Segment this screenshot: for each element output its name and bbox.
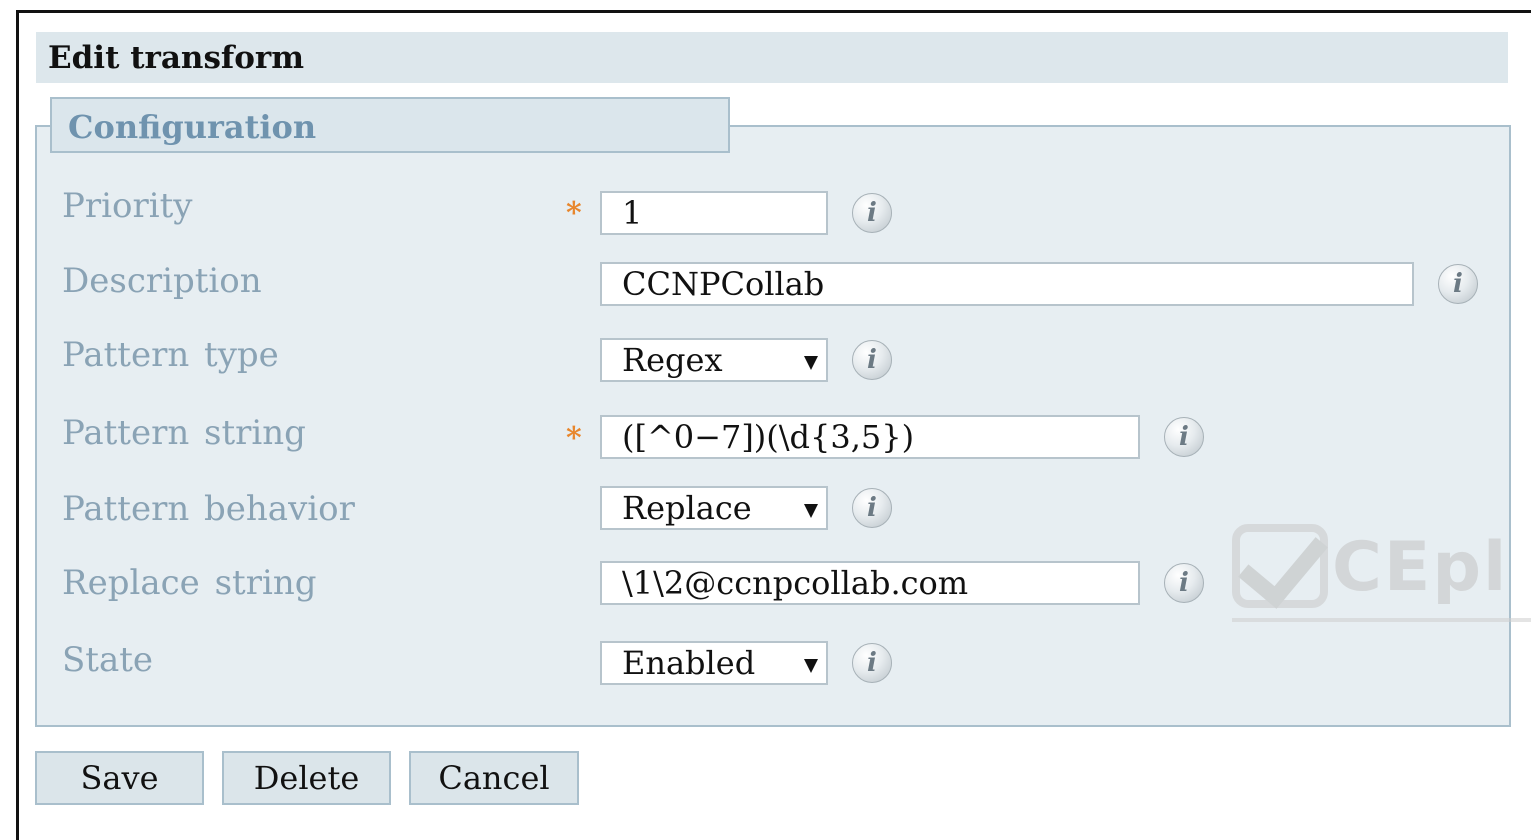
- priority-info-icon[interactable]: i: [852, 193, 892, 233]
- state-value: Enabled: [622, 644, 756, 682]
- watermark-underline: [1232, 618, 1531, 622]
- state-label: State: [62, 640, 154, 680]
- state-select[interactable]: Enabled: [600, 641, 828, 685]
- pattern-string-info-icon[interactable]: i: [1164, 417, 1204, 457]
- pattern-type-select[interactable]: Regex: [600, 338, 828, 382]
- dropdown-arrow-icon: [804, 356, 818, 370]
- title-bar: Edit transform: [36, 32, 1508, 83]
- state-info-icon[interactable]: i: [852, 643, 892, 683]
- configuration-legend-label: Configuration: [68, 108, 317, 146]
- pattern-behavior-value: Replace: [622, 489, 752, 527]
- save-button[interactable]: Save: [35, 751, 204, 805]
- watermark-text: CEpl: [1332, 528, 1509, 607]
- page-title: Edit transform: [48, 40, 305, 76]
- priority-required-marker: *: [566, 196, 582, 231]
- replace-string-info-icon[interactable]: i: [1164, 563, 1204, 603]
- description-label: Description: [62, 261, 262, 301]
- pattern-type-value: Regex: [622, 341, 723, 379]
- replace-string-label: Replace string: [62, 563, 317, 603]
- pattern-type-label: Pattern type: [62, 335, 279, 375]
- pattern-string-input[interactable]: ([^0−7])(\d{3,5}): [600, 415, 1140, 459]
- pattern-behavior-select[interactable]: Replace: [600, 486, 828, 530]
- delete-button[interactable]: Delete: [222, 751, 391, 805]
- priority-label: Priority: [62, 186, 193, 226]
- description-input[interactable]: CCNPCollab: [600, 262, 1414, 306]
- description-info-icon[interactable]: i: [1438, 264, 1478, 304]
- pattern-behavior-label: Pattern behavior: [62, 489, 355, 529]
- pattern-string-required-marker: *: [566, 421, 582, 456]
- pattern-string-label: Pattern string: [62, 413, 306, 453]
- replace-string-input[interactable]: \1\2@ccnpcollab.com: [600, 561, 1140, 605]
- configuration-legend: Configuration: [50, 97, 730, 153]
- pattern-type-info-icon[interactable]: i: [852, 340, 892, 380]
- dropdown-arrow-icon: [804, 504, 818, 518]
- cancel-button[interactable]: Cancel: [409, 751, 579, 805]
- priority-input[interactable]: 1: [600, 191, 828, 235]
- watermark-logo: CEpl: [1228, 504, 1531, 626]
- pattern-behavior-info-icon[interactable]: i: [852, 488, 892, 528]
- dropdown-arrow-icon: [804, 659, 818, 673]
